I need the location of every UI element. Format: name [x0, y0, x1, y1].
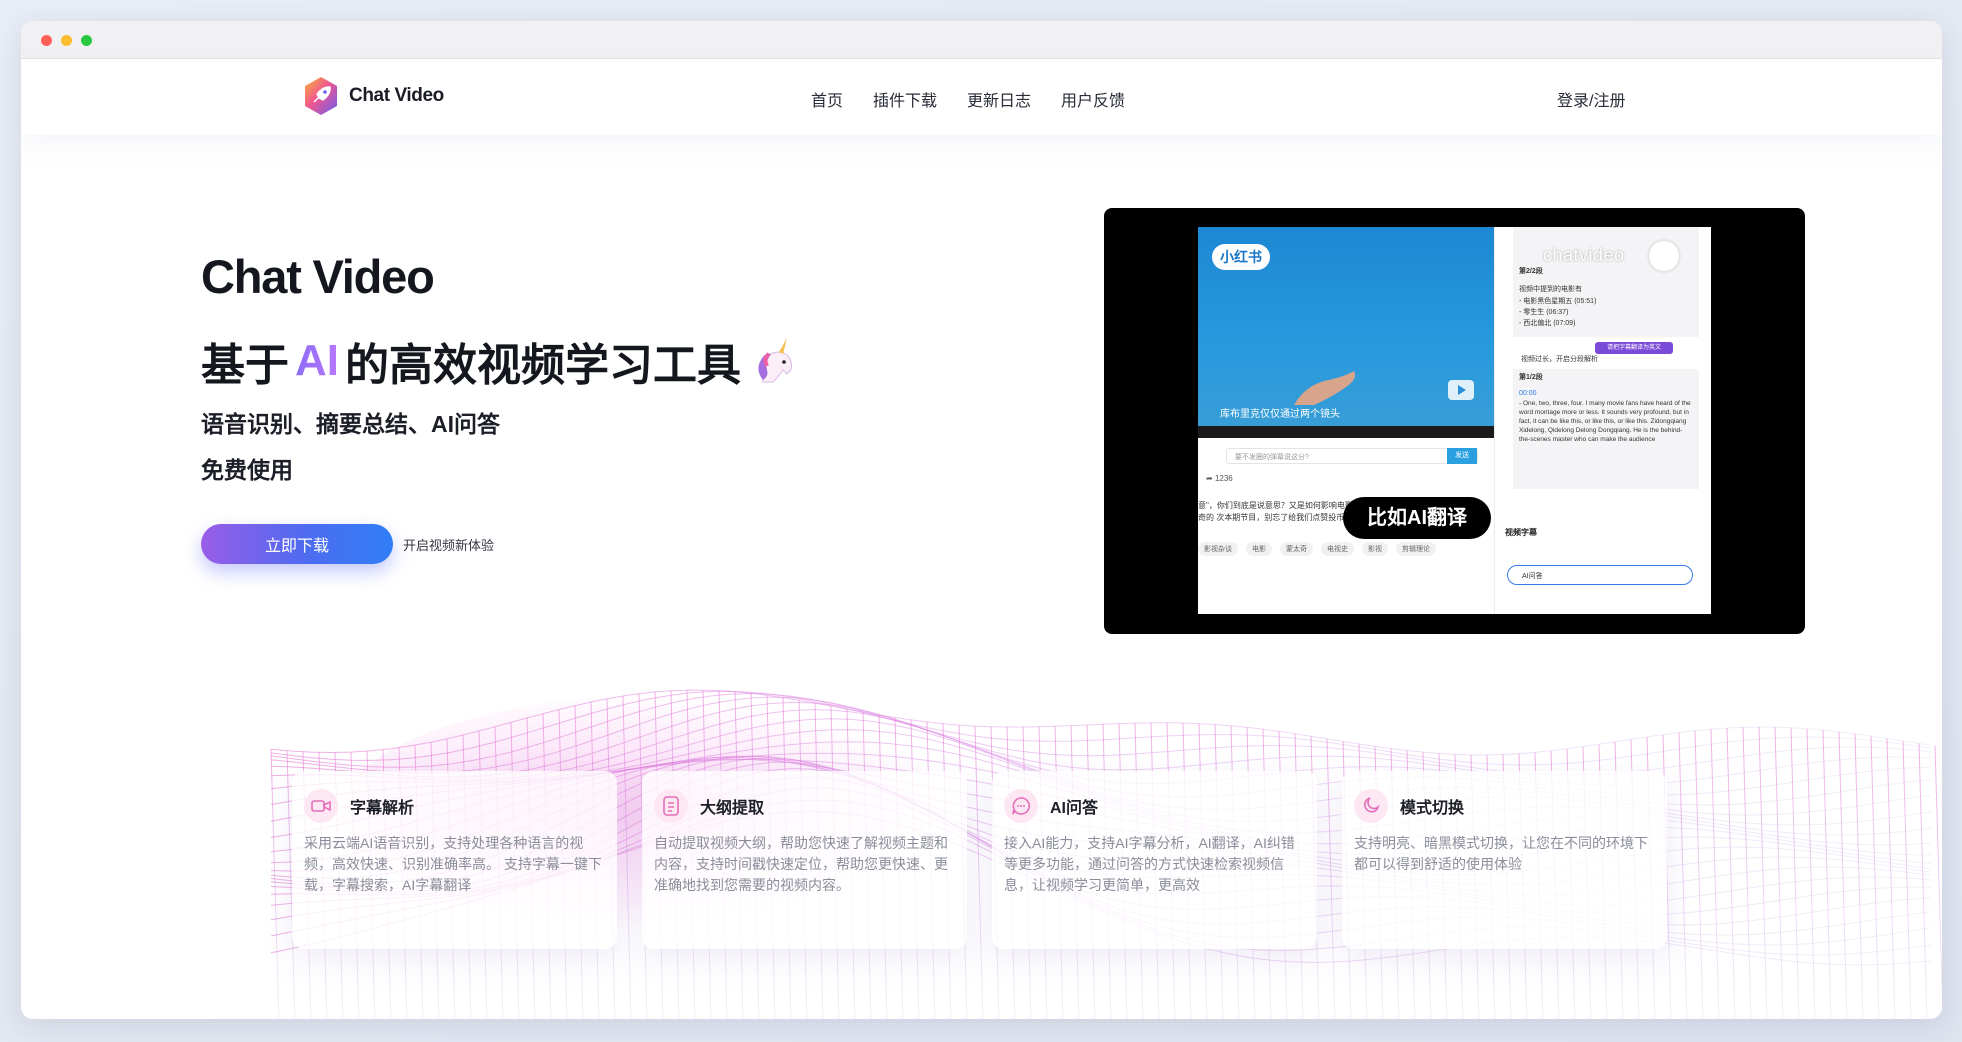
- nav-link-feedback[interactable]: 用户反馈: [1061, 87, 1125, 111]
- tag[interactable]: 影视: [1362, 542, 1388, 556]
- send-button[interactable]: 发送: [1447, 448, 1477, 464]
- reply-heading: 第1/2段: [1519, 374, 1543, 381]
- tag-list: 影视杂谈 电影 蒙太奇 电视史 影视 剪辑理论: [1198, 542, 1436, 556]
- card-description: 接入AI能力，支持AI字幕分析，AI翻译，AI纠错等更多功能，通过问答的方式快速…: [1004, 835, 1295, 893]
- window-titlebar: [21, 21, 1942, 59]
- hero-subtitle: 基于 AI 的高效视频学习工具: [201, 329, 799, 393]
- mesh-line: [270, 749, 280, 1019]
- demo-video-panel[interactable]: 小红书 库布里克仅仅通过两个镜头 要不发圈的弹幕说这分? 发送 ➦ 1236 意…: [1104, 208, 1805, 634]
- hand-icon: [1294, 371, 1355, 405]
- brand[interactable]: Chat Video: [303, 76, 444, 116]
- play-icon: [1448, 380, 1474, 400]
- platform-badge: 小红书: [1212, 244, 1270, 270]
- nav-link-changelog[interactable]: 更新日志: [967, 87, 1031, 111]
- player-control-bar: [1198, 426, 1494, 438]
- hero-free-text: 免费使用: [201, 457, 293, 483]
- login-register-link[interactable]: 登录/注册: [1557, 87, 1625, 111]
- feature-card[interactable]: AI问答 接入AI能力，支持AI字幕分析，AI翻译，AI纠错等更多功能，通过问答…: [992, 771, 1317, 949]
- hero-subtitle-pre: 基于: [201, 341, 289, 390]
- mesh-line: [1934, 745, 1942, 1004]
- feature-card[interactable]: 模式切换 支持明亮、暗黑模式切换，让您在不同的环境下都可以得到舒适的使用体验: [1342, 771, 1667, 949]
- minimize-window-button[interactable]: [61, 35, 72, 46]
- tag[interactable]: 蒙太奇: [1280, 542, 1313, 556]
- top-navbar: Chat Video 首页 插件下载 更新日志 用户反馈 登录/注册: [21, 59, 1942, 135]
- nav-link-home[interactable]: 首页: [811, 87, 843, 111]
- mesh-line: [1742, 727, 1752, 1019]
- subtitles-label: 视频字幕: [1505, 528, 1537, 537]
- hero-title: Chat Video: [201, 250, 435, 303]
- tag[interactable]: 剪辑理论: [1396, 542, 1436, 556]
- demo-screen: 小红书 库布里克仅仅通过两个镜头 要不发圈的弹幕说这分? 发送 ➦ 1236 意…: [1198, 227, 1711, 614]
- chatvideo-watermark: chatvideo: [1543, 245, 1625, 265]
- card-title: 模式切换: [1400, 800, 1465, 817]
- outline-intro: 视频中提到的电影有: [1519, 286, 1582, 293]
- video-caption: 库布里克仅仅通过两个镜头: [1220, 409, 1340, 420]
- demo-video-player: 小红书 库布里克仅仅通过两个镜头: [1198, 227, 1494, 438]
- mesh-line: [1854, 733, 1864, 1019]
- card-title: AI问答: [1050, 800, 1099, 817]
- unicorn-icon: [758, 338, 792, 383]
- hero-subtitle-post: 的高效视频学习工具: [345, 341, 741, 390]
- translate-request-bubble: 请把字幕翻译为英文: [1595, 342, 1673, 354]
- card-description: 采用云端AI语音识别，支持处理各种语言的视频，高效快速、识别准确率高。 支持字幕…: [304, 835, 602, 893]
- hero-features: 语音识别、摘要总结、AI问答: [201, 411, 500, 437]
- mesh-line: [1822, 730, 1832, 1019]
- download-now-button[interactable]: 立即下载: [201, 524, 393, 564]
- mesh-line: [1790, 727, 1800, 1019]
- close-window-button[interactable]: [41, 35, 52, 46]
- video-camera-icon: [304, 789, 338, 823]
- browser-window: Chat Video 首页 插件下载 更新日志 用户反馈 登录/注册 Chat …: [21, 21, 1942, 1019]
- mesh-line: [1758, 726, 1768, 1019]
- card-title: 大纲提取: [700, 800, 765, 817]
- ai-translate-pill: 比如AI翻译: [1343, 497, 1491, 539]
- mesh-line: [1774, 727, 1784, 1019]
- card-description: 支持明亮、暗黑模式切换，让您在不同的环境下都可以得到舒适的使用体验: [1354, 835, 1648, 872]
- card-title: 字幕解析: [350, 800, 415, 817]
- mesh-line: [1806, 728, 1816, 1019]
- mesh-line: [1918, 743, 1928, 1019]
- brand-name: Chat Video: [349, 85, 444, 106]
- brand-logo-icon: [305, 77, 337, 115]
- ai-input-label: AI问答: [1522, 573, 1543, 580]
- comment-input[interactable]: 要不发圈的弹幕说这分? 发送: [1226, 448, 1478, 464]
- reply-timestamp[interactable]: 00:00: [1519, 389, 1537, 399]
- feature-cards: 字幕解析 采用云端AI语音识别，支持处理各种语言的视频，高效快速、识别准确率高。…: [292, 771, 1692, 951]
- feature-card[interactable]: 字幕解析 采用云端AI语音识别，支持处理各种语言的视频，高效快速、识别准确率高。…: [292, 771, 617, 949]
- outline-item: - 电影黑色星期五 (05:51): [1519, 298, 1597, 305]
- chat-sidebar: 第2/2段 视频中提到的电影有 - 电影黑色星期五 (05:51) - 零生生 …: [1494, 227, 1711, 614]
- outline-heading: 第2/2段: [1519, 268, 1543, 275]
- outline-doc-icon: [654, 789, 688, 823]
- tag[interactable]: 影视杂谈: [1198, 542, 1238, 556]
- nav-links: 首页 插件下载 更新日志 用户反馈: [811, 87, 1125, 111]
- feature-card[interactable]: 大纲提取 自动提取视频大纲，帮助您快速了解视频主题和内容，支持时间戳快速定位，帮…: [642, 771, 967, 949]
- comment-placeholder: 要不发圈的弹幕说这分?: [1235, 454, 1309, 461]
- reply-intro: 视频过长，开启分段解析: [1521, 356, 1598, 363]
- hero-subtitle-ai: AI: [295, 336, 339, 385]
- cta-caption: 开启视频新体验: [403, 538, 495, 553]
- reply-text: - One, two, three, four. I many movie fa…: [1519, 400, 1691, 443]
- outline-item: - 零生生 (06:37): [1519, 309, 1569, 316]
- share-row: ➦ 1236: [1206, 474, 1490, 488]
- maximize-window-button[interactable]: [81, 35, 92, 46]
- mesh-line: [1694, 730, 1704, 1019]
- share-count: 1236: [1214, 474, 1233, 483]
- nav-link-plugin-download[interactable]: 插件下载: [873, 87, 937, 111]
- tag[interactable]: 电影: [1246, 542, 1272, 556]
- chatvideo-logo-icon: [1649, 241, 1679, 271]
- outline-item: - 西北偏北 (07:09): [1519, 320, 1576, 327]
- mesh-line: [1710, 729, 1720, 1019]
- moon-icon: [1354, 789, 1388, 823]
- share-icon[interactable]: ➦: [1206, 474, 1215, 483]
- mesh-line: [1886, 738, 1896, 1019]
- answer-box: 第1/2段 00:00 - One, two, three, four. I m…: [1513, 369, 1699, 489]
- tag[interactable]: 电视史: [1321, 542, 1354, 556]
- chat-bubble-icon: [1004, 789, 1038, 823]
- card-description: 自动提取视频大纲，帮助您快速了解视频主题和内容，支持时间戳快速定位，帮助您更快速…: [654, 835, 948, 893]
- ai-question-input[interactable]: AI问答: [1507, 565, 1693, 585]
